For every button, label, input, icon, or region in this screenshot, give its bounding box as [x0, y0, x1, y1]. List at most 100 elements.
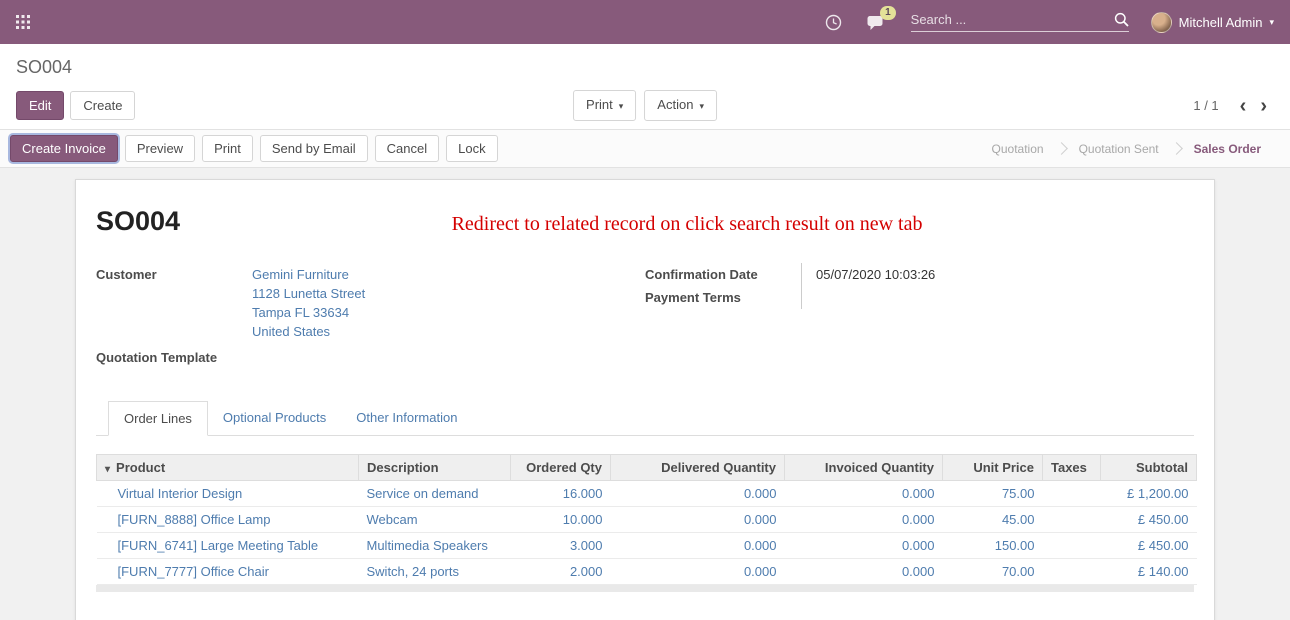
lock-button[interactable]: Lock [446, 135, 497, 162]
cell-invoiced-qty[interactable]: 0.000 [785, 559, 943, 585]
cell-description[interactable]: Webcam [359, 507, 511, 533]
status-step-quotation[interactable]: Quotation [979, 137, 1057, 161]
breadcrumb: SO004 [16, 57, 1274, 78]
confirmation-date-label: Confirmation Date [645, 263, 801, 286]
user-menu[interactable]: Mitchell Admin ▾ [1151, 12, 1274, 33]
column-header-description[interactable]: Description [359, 455, 511, 481]
confirmation-date-value: 05/07/2020 10:03:26 [801, 263, 1194, 286]
field-group-left: Customer Gemini Furniture 1128 Lunetta S… [96, 263, 645, 369]
customer-label: Customer [96, 263, 252, 343]
cell-subtotal[interactable]: £ 450.00 [1101, 533, 1197, 559]
pager-next-button[interactable]: › [1253, 99, 1274, 113]
customer-address-line: Tampa FL 33634 [252, 303, 645, 322]
cell-ordered-qty[interactable]: 2.000 [511, 559, 611, 585]
cell-subtotal[interactable]: £ 450.00 [1101, 507, 1197, 533]
tab-order-lines[interactable]: Order Lines [108, 401, 208, 436]
create-invoice-button[interactable]: Create Invoice [10, 135, 118, 162]
cell-delivered-qty[interactable]: 0.000 [611, 507, 785, 533]
cell-ordered-qty[interactable]: 3.000 [511, 533, 611, 559]
tab-optional-products[interactable]: Optional Products [208, 401, 341, 436]
status-step-quotation-sent[interactable]: Quotation Sent [1066, 137, 1172, 161]
table-row[interactable]: Virtual Interior Design Service on deman… [97, 481, 1197, 507]
column-header-taxes[interactable]: Taxes [1043, 455, 1101, 481]
order-lines-table: ▾Product Description Ordered Qty Deliver… [96, 454, 1197, 585]
cell-taxes[interactable] [1043, 481, 1101, 507]
chevron-down-icon: ▾ [1269, 17, 1274, 28]
customer-value: Gemini Furniture 1128 Lunetta Street Tam… [252, 263, 645, 343]
cell-product[interactable]: [FURN_7777] Office Chair [97, 559, 359, 585]
cell-subtotal[interactable]: £ 140.00 [1101, 559, 1197, 585]
customer-address-line: United States [252, 322, 645, 341]
print-button[interactable]: Print [202, 135, 253, 162]
cell-unit-price[interactable]: 45.00 [943, 507, 1043, 533]
search-icon[interactable] [1114, 12, 1129, 27]
cell-product[interactable]: Virtual Interior Design [97, 481, 359, 507]
cell-invoiced-qty[interactable]: 0.000 [785, 533, 943, 559]
messages-icon[interactable]: 1 [866, 14, 885, 31]
statusbar: Create Invoice Preview Print Send by Ema… [0, 129, 1290, 168]
send-by-email-button[interactable]: Send by Email [260, 135, 368, 162]
cell-taxes[interactable] [1043, 507, 1101, 533]
customer-address-line: 1128 Lunetta Street [252, 284, 645, 303]
cell-product[interactable]: [FURN_6741] Large Meeting Table [97, 533, 359, 559]
status-pipeline: Quotation Quotation Sent Sales Order [979, 137, 1280, 161]
activities-clock-icon[interactable] [825, 14, 842, 31]
column-header-subtotal[interactable]: Subtotal [1101, 455, 1197, 481]
table-row[interactable]: [FURN_7777] Office Chair Switch, 24 port… [97, 559, 1197, 585]
column-header-invoiced-quantity[interactable]: Invoiced Quantity [785, 455, 943, 481]
content-area: SO004 Redirect to related record on clic… [0, 168, 1290, 620]
cell-delivered-qty[interactable]: 0.000 [611, 481, 785, 507]
chevron-down-icon: ▾ [619, 101, 624, 111]
annotation-text: Redirect to related record on click sear… [180, 206, 1194, 236]
status-step-sales-order[interactable]: Sales Order [1181, 137, 1274, 161]
tab-other-information[interactable]: Other Information [341, 401, 472, 436]
edit-button[interactable]: Edit [16, 91, 64, 120]
cell-taxes[interactable] [1043, 559, 1101, 585]
cell-ordered-qty[interactable]: 16.000 [511, 481, 611, 507]
cell-product[interactable]: [FURN_8888] Office Lamp [97, 507, 359, 533]
cell-ordered-qty[interactable]: 10.000 [511, 507, 611, 533]
action-menu-label: Action [657, 97, 693, 112]
record-title: SO004 [96, 206, 180, 237]
notebook-tabs: Order Lines Optional Products Other Info… [96, 401, 1194, 436]
print-menu-button[interactable]: Print▾ [573, 90, 636, 121]
cell-taxes[interactable] [1043, 533, 1101, 559]
search-input[interactable] [911, 12, 1114, 27]
cell-unit-price[interactable]: 150.00 [943, 533, 1043, 559]
column-header-ordered-qty[interactable]: Ordered Qty [511, 455, 611, 481]
customer-name-link[interactable]: Gemini Furniture [252, 265, 645, 284]
control-panel: SO004 Edit Create Print▾ Action▾ 1 / 1 ‹… [0, 44, 1290, 129]
apps-menu-icon[interactable] [16, 15, 30, 29]
table-footer-strip [96, 585, 1194, 592]
quotation-template-label: Quotation Template [96, 346, 252, 369]
column-header-product[interactable]: ▾Product [97, 455, 359, 481]
action-menu-button[interactable]: Action ▾ [644, 90, 717, 121]
cell-unit-price[interactable]: 75.00 [943, 481, 1043, 507]
column-header-unit-price[interactable]: Unit Price [943, 455, 1043, 481]
sort-caret-icon: ▾ [105, 464, 110, 475]
quotation-template-value [252, 346, 645, 369]
cell-subtotal[interactable]: £ 1,200.00 [1101, 481, 1197, 507]
chevron-down-icon: ▾ [699, 101, 704, 111]
cell-delivered-qty[interactable]: 0.000 [611, 559, 785, 585]
search-box [911, 12, 1129, 32]
cell-description[interactable]: Switch, 24 ports [359, 559, 511, 585]
message-counter-badge: 1 [880, 6, 896, 20]
cell-description[interactable]: Multimedia Speakers [359, 533, 511, 559]
topbar: 1 Mitchell Admin ▾ [0, 0, 1290, 44]
table-row[interactable]: [FURN_6741] Large Meeting Table Multimed… [97, 533, 1197, 559]
form-sheet: SO004 Redirect to related record on clic… [75, 179, 1215, 620]
cell-delivered-qty[interactable]: 0.000 [611, 533, 785, 559]
breadcrumb-title: SO004 [16, 57, 72, 77]
cell-unit-price[interactable]: 70.00 [943, 559, 1043, 585]
column-header-delivered-quantity[interactable]: Delivered Quantity [611, 455, 785, 481]
table-row[interactable]: [FURN_8888] Office Lamp Webcam 10.000 0.… [97, 507, 1197, 533]
cell-description[interactable]: Service on demand [359, 481, 511, 507]
table-header-row: ▾Product Description Ordered Qty Deliver… [97, 455, 1197, 481]
create-button[interactable]: Create [70, 91, 135, 120]
cell-invoiced-qty[interactable]: 0.000 [785, 507, 943, 533]
preview-button[interactable]: Preview [125, 135, 195, 162]
cancel-button[interactable]: Cancel [375, 135, 439, 162]
cell-invoiced-qty[interactable]: 0.000 [785, 481, 943, 507]
pager-previous-button[interactable]: ‹ [1233, 99, 1254, 113]
